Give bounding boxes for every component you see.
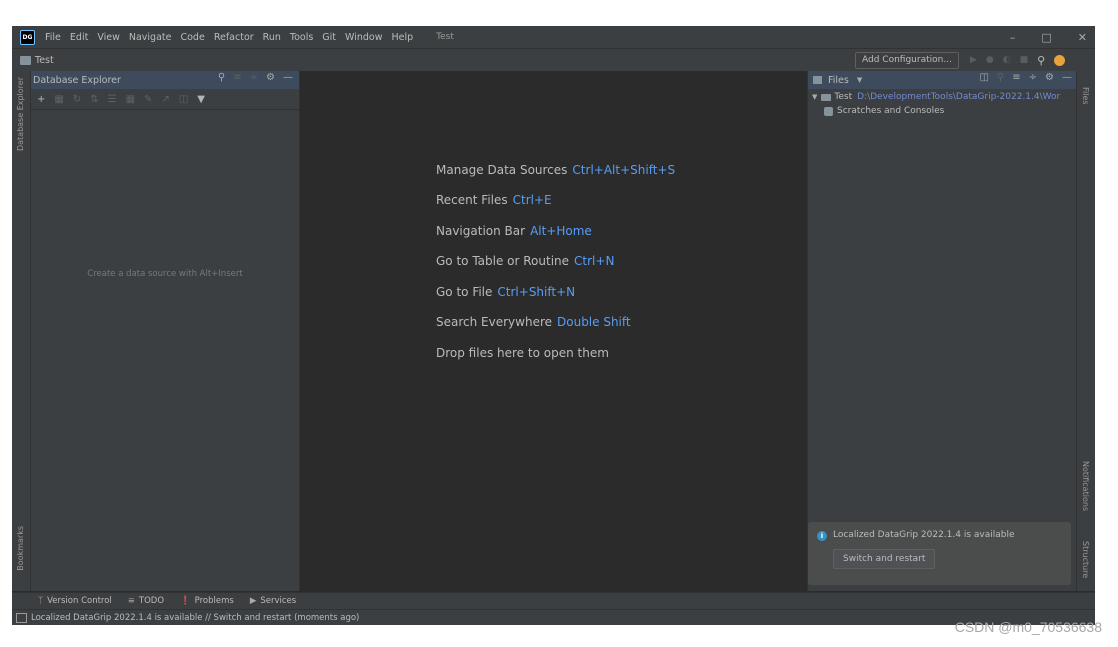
branch-icon: ᛉ bbox=[38, 596, 44, 606]
problems-icon: ❗ bbox=[180, 596, 191, 606]
collapse-all-icon[interactable]: ÷ bbox=[1029, 72, 1037, 83]
tree-row-scratches[interactable]: Scratches and Consoles bbox=[824, 106, 944, 116]
menu-git[interactable]: Git bbox=[322, 32, 336, 43]
debug-icon[interactable]: ● bbox=[986, 55, 994, 65]
hint-drop-files: Drop files here to open them bbox=[436, 346, 609, 360]
empty-state-text: Create a data source with Alt+Insert bbox=[87, 269, 243, 279]
copy-icon[interactable]: ▦ bbox=[54, 94, 63, 105]
maximize-icon[interactable]: □ bbox=[1041, 31, 1051, 44]
tab-services[interactable]: ▶ Services bbox=[250, 596, 296, 606]
refresh-icon[interactable]: ↻ bbox=[73, 94, 81, 105]
stripe-bookmarks[interactable]: Bookmarks bbox=[16, 526, 25, 571]
project-folder-icon bbox=[20, 55, 31, 65]
menu-help[interactable]: Help bbox=[392, 32, 414, 43]
hint-go-to-file: Go to File Ctrl+Shift+N bbox=[436, 285, 576, 299]
stripe-files[interactable]: Files bbox=[1081, 87, 1090, 105]
panel-title: Database Explorer bbox=[33, 74, 121, 86]
db-toolbar: + ▦ ↻ ⇅ ☰ ▦ ✎ ↗ ◫ ▼ bbox=[31, 89, 299, 110]
menu-file[interactable]: File bbox=[45, 32, 61, 43]
right-tool-stripe: Files Notifications Structure bbox=[1076, 71, 1095, 591]
tab-version-control[interactable]: ᛉ Version Control bbox=[38, 596, 112, 606]
ide-window: DG File Edit View Navigate Code Refactor… bbox=[12, 26, 1095, 625]
panel-header: Database Explorer ⚲ ≡ ÷ ⚙ — bbox=[31, 71, 299, 89]
menu-navigate[interactable]: Navigate bbox=[129, 32, 172, 43]
menu-view[interactable]: View bbox=[97, 32, 120, 43]
close-icon[interactable]: ✕ bbox=[1078, 31, 1087, 44]
folder-icon bbox=[821, 93, 832, 101]
notification-text: Localized DataGrip 2022.1.4 is available bbox=[833, 530, 1015, 540]
database-explorer-panel: Database Explorer ⚲ ≡ ÷ ⚙ — + ▦ ↻ ⇅ ☰ ▦ … bbox=[31, 71, 300, 591]
notification-balloon: i Localized DataGrip 2022.1.4 is availab… bbox=[808, 522, 1071, 585]
collapse-all-icon[interactable]: ÷ bbox=[250, 72, 258, 83]
minimize-icon[interactable]: – bbox=[1010, 31, 1016, 44]
tree-row-project[interactable]: ▼ Test D:\DevelopmentTools\DataGrip-2022… bbox=[812, 92, 1060, 102]
navigation-bar: Test Add Configuration... ▶ ● ◐ ■ ⚲ bbox=[12, 48, 1095, 72]
menu-tools[interactable]: Tools bbox=[290, 32, 313, 43]
left-tool-stripe: Database Explorer Bookmarks bbox=[12, 71, 31, 591]
stop-icon[interactable]: ■ bbox=[1020, 55, 1029, 65]
tab-problems[interactable]: ❗ Problems bbox=[180, 596, 234, 606]
hide-icon[interactable]: — bbox=[283, 72, 293, 83]
console-icon[interactable]: ☰ bbox=[108, 94, 117, 105]
watermark: CSDN @m0_70536638 bbox=[954, 619, 1102, 635]
view-icon[interactable]: ◫ bbox=[179, 94, 188, 105]
menu-run[interactable]: Run bbox=[263, 32, 281, 43]
hint-search-everywhere: Search Everywhere Double Shift bbox=[436, 315, 631, 329]
files-panel-header: Files ▼ ◫ ⚲ ≡ ÷ ⚙ — bbox=[808, 71, 1078, 89]
list-icon: ≡ bbox=[127, 596, 135, 606]
update-icon[interactable] bbox=[1054, 54, 1066, 66]
hint-recent-files: Recent Files Ctrl+E bbox=[436, 193, 552, 207]
chevron-down-icon[interactable]: ▼ bbox=[857, 76, 862, 84]
sync-icon[interactable]: ⇅ bbox=[90, 94, 98, 105]
expand-all-icon[interactable]: ≡ bbox=[233, 72, 241, 83]
status-bar: Localized DataGrip 2022.1.4 is available… bbox=[12, 609, 1095, 625]
gear-icon[interactable]: ⚙ bbox=[266, 72, 275, 83]
locate-icon[interactable]: ⚲ bbox=[997, 72, 1004, 83]
services-icon: ▶ bbox=[249, 596, 257, 606]
window-title: Test bbox=[436, 32, 454, 42]
window-controls: – □ ✕ bbox=[1010, 26, 1087, 48]
menu-code[interactable]: Code bbox=[180, 32, 204, 43]
stripe-structure[interactable]: Structure bbox=[1081, 541, 1090, 578]
add-icon[interactable]: + bbox=[37, 94, 45, 105]
run-toolbar: ▶ ● ◐ ■ ⚲ bbox=[970, 51, 1066, 69]
menu-bar: DG File Edit View Navigate Code Refactor… bbox=[12, 26, 1095, 48]
scratches-icon bbox=[824, 106, 833, 116]
info-icon: i bbox=[817, 531, 827, 541]
bottom-tool-tabs: ᛉ Version Control ≡ TODO ❗ Problems ▶ Servic… bbox=[12, 592, 1095, 609]
coverage-icon[interactable]: ◐ bbox=[1003, 55, 1011, 65]
editor-area: Manage Data Sources Ctrl+Alt+Shift+S Rece… bbox=[300, 71, 806, 591]
edit-icon[interactable]: ✎ bbox=[144, 94, 152, 105]
menu-edit[interactable]: Edit bbox=[70, 32, 88, 43]
tab-todo[interactable]: ≡ TODO bbox=[128, 596, 164, 606]
filter-icon[interactable]: ▼ bbox=[197, 94, 205, 105]
breadcrumb-project[interactable]: Test bbox=[35, 55, 54, 66]
search-icon[interactable]: ⚲ bbox=[1037, 54, 1045, 67]
gear-icon[interactable]: ⚙ bbox=[1045, 72, 1054, 83]
expand-all-icon[interactable]: ≡ bbox=[1012, 72, 1020, 83]
run-icon[interactable]: ▶ bbox=[970, 55, 977, 65]
jump-icon[interactable]: ↗ bbox=[161, 94, 169, 105]
add-configuration-button[interactable]: Add Configuration... bbox=[855, 52, 959, 69]
globe-icon[interactable]: ⚲ bbox=[218, 72, 225, 83]
files-view-icon bbox=[813, 76, 822, 84]
hint-manage-data-sources: Manage Data Sources Ctrl+Alt+Shift+S bbox=[436, 163, 676, 177]
menu-window[interactable]: Window bbox=[345, 32, 382, 43]
files-title[interactable]: Files bbox=[828, 75, 849, 86]
menu-refactor[interactable]: Refactor bbox=[214, 32, 254, 43]
datagrip-logo-icon[interactable]: DG bbox=[20, 29, 35, 45]
status-text[interactable]: Localized DataGrip 2022.1.4 is available… bbox=[31, 613, 359, 623]
table-icon[interactable]: ▦ bbox=[126, 94, 135, 105]
chevron-down-icon[interactable]: ▼ bbox=[812, 93, 817, 101]
hide-icon[interactable]: — bbox=[1062, 72, 1072, 83]
files-panel: Files ▼ ◫ ⚲ ≡ ÷ ⚙ — ▼ Test D:\Developmen… bbox=[807, 71, 1078, 591]
open-folder-icon[interactable]: ◫ bbox=[979, 72, 988, 83]
toggle-tool-windows-icon[interactable] bbox=[16, 613, 27, 623]
switch-and-restart-button[interactable]: Switch and restart bbox=[833, 549, 936, 569]
stripe-notifications[interactable]: Notifications bbox=[1081, 461, 1090, 511]
stripe-database-explorer[interactable]: Database Explorer bbox=[16, 77, 25, 151]
hint-navigation-bar: Navigation Bar Alt+Home bbox=[436, 224, 592, 238]
hint-go-to-table: Go to Table or Routine Ctrl+N bbox=[436, 254, 615, 268]
